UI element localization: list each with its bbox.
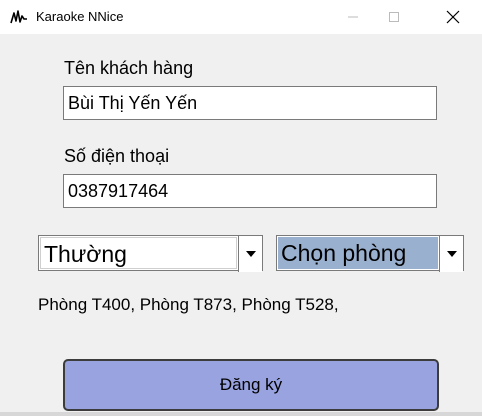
maximize-icon (389, 12, 399, 22)
close-icon (446, 10, 460, 24)
minimize-icon (348, 16, 358, 18)
chevron-down-icon (446, 251, 457, 257)
app-window: Karaoke NNice Tên khách hàng Bùi Thị Yến… (0, 0, 482, 416)
selected-rooms-text: Phòng T400, Phòng T873, Phòng T528, (38, 295, 339, 314)
customer-name-label: Tên khách hàng (64, 58, 194, 78)
room-dropdown-button[interactable] (439, 236, 463, 272)
customer-name-input[interactable]: Bùi Thị Yến Yến (63, 86, 437, 120)
minimize-button[interactable] (330, 0, 376, 34)
window-title: Karaoke NNice (36, 9, 124, 24)
phone-input[interactable]: 0387917464 (63, 174, 437, 208)
waveform-app-icon (10, 10, 27, 24)
phone-label: Số điện thoại (64, 146, 170, 166)
close-button[interactable] (430, 0, 476, 34)
title-bar[interactable]: Karaoke NNice (0, 0, 482, 34)
room-select[interactable]: Chọn phòng (276, 235, 464, 272)
customer-type-value: Thường (40, 237, 237, 269)
register-button[interactable]: Đăng ký (63, 359, 439, 411)
maximize-button[interactable] (371, 0, 417, 34)
customer-type-select[interactable]: Thường (38, 235, 263, 272)
chevron-down-icon (245, 251, 256, 257)
room-select-value: Chọn phòng (278, 237, 438, 269)
customer-type-dropdown-button[interactable] (238, 236, 262, 272)
bottom-edge (0, 412, 482, 416)
